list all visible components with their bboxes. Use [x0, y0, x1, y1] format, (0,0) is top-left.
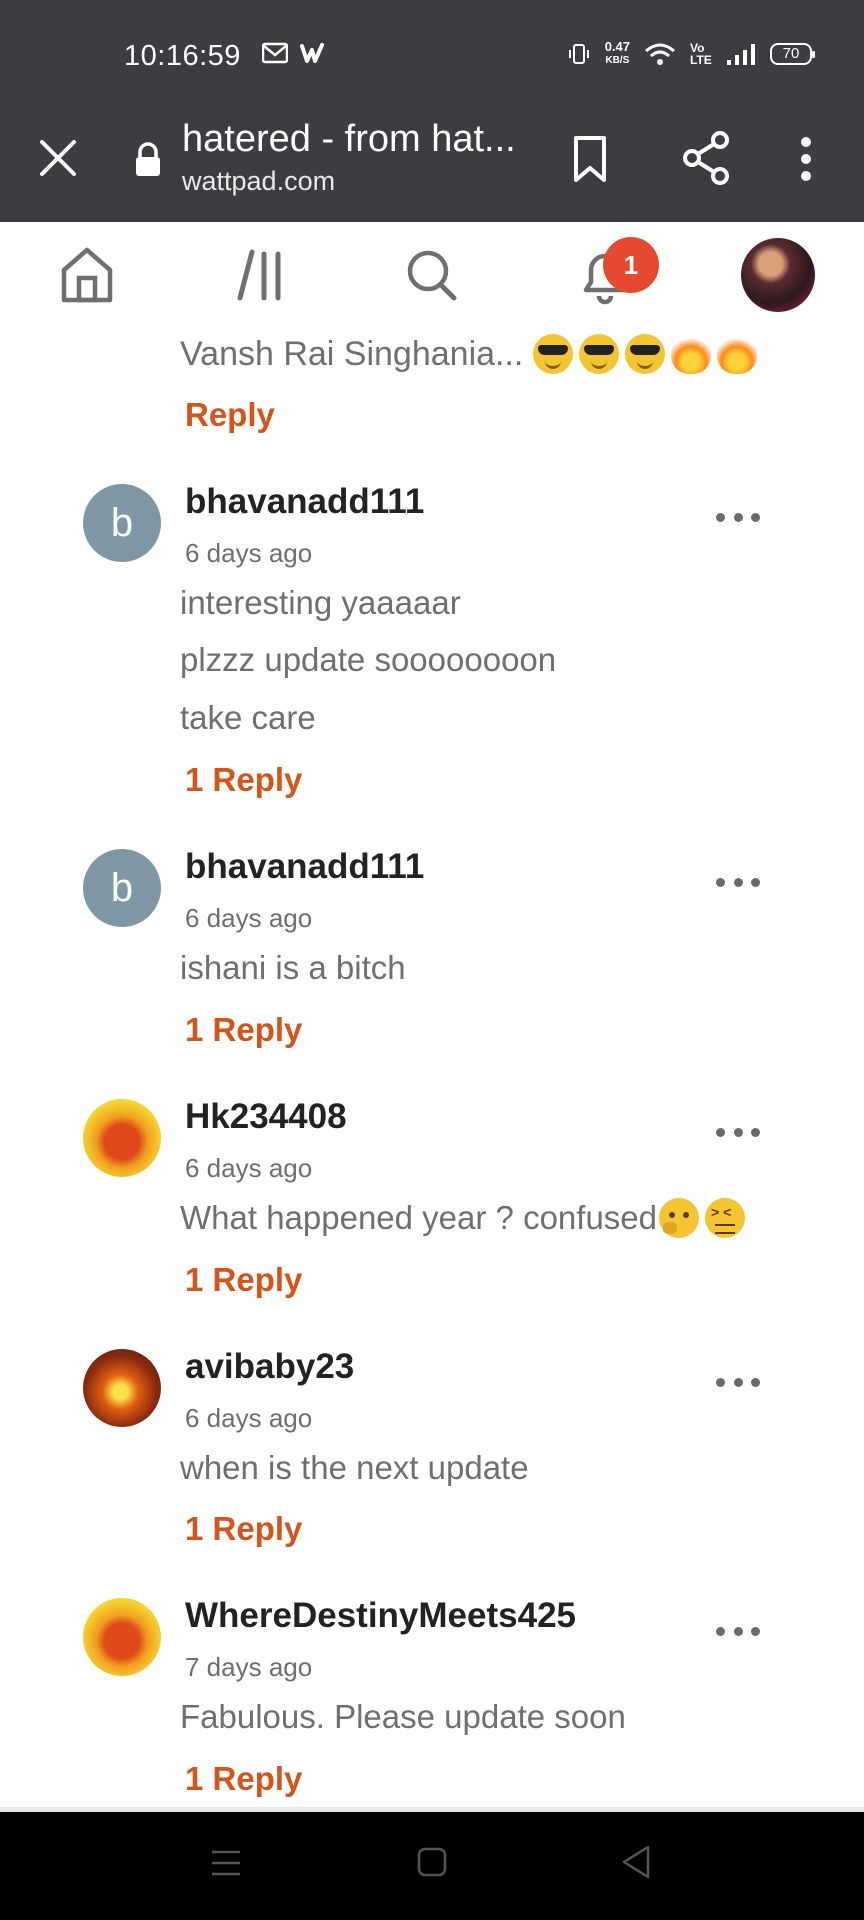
comment-text: What happened year ? confused: [180, 1199, 658, 1236]
comment-timestamp: 6 days ago: [185, 903, 313, 933]
avatar[interactable]: [83, 1598, 161, 1676]
status-time: 10:16:59: [124, 40, 241, 72]
page-url[interactable]: wattpad.com: [182, 166, 335, 197]
fire-emoji-icon: [717, 334, 758, 374]
partial-comment-text: Vansh Rai Singhania...: [180, 334, 758, 374]
comment-text-line: ishani is a bitch: [180, 949, 406, 986]
avatar[interactable]: [83, 1099, 161, 1177]
reply-button[interactable]: Reply: [185, 396, 275, 434]
fire-emoji-icon: [671, 334, 712, 374]
close-icon[interactable]: [34, 134, 82, 182]
app-nav-bar: [0, 222, 864, 330]
avatar[interactable]: b: [83, 484, 161, 562]
library-icon[interactable]: [236, 246, 286, 304]
battery-icon: 70: [770, 43, 815, 65]
back-icon[interactable]: [620, 1844, 652, 1880]
status-right-icons: 0.47 KB/S Vo LTE 70: [567, 40, 815, 68]
browser-toolbar: hatered - from hat... wattpad.com: [0, 104, 864, 222]
comment-text-line: Fabulous. Please update soon: [180, 1698, 626, 1735]
volte-icon: Vo LTE: [690, 41, 712, 67]
notification-badge: 1: [603, 237, 659, 293]
share-icon[interactable]: [680, 130, 732, 186]
lock-icon: [136, 142, 160, 176]
thinking-emoji-icon: [659, 1198, 700, 1238]
overflow-menu-icon[interactable]: [796, 134, 816, 184]
comment-text-line: What happened year ? confused: [180, 1198, 746, 1238]
comment-username[interactable]: Hk234408: [185, 1097, 347, 1137]
wifi-icon: [645, 43, 675, 65]
replies-button[interactable]: 1 Reply: [185, 761, 302, 799]
gmail-icon: [262, 42, 288, 64]
comment-username[interactable]: avibaby23: [185, 1347, 354, 1387]
comment-timestamp: 6 days ago: [185, 1403, 313, 1433]
comment-text-line: interesting yaaaaar: [180, 584, 461, 621]
signal-icon: [727, 44, 755, 65]
wattpad-icon: [300, 43, 324, 63]
replies-button[interactable]: 1 Reply: [185, 1760, 302, 1798]
status-bar: 10:16:59 0.47 KB/S Vo LTE 70: [0, 0, 864, 104]
net-speed-unit: KB/S: [605, 55, 630, 66]
sunglasses-emoji-icon: [579, 334, 620, 374]
sunglasses-emoji-icon: [533, 334, 574, 374]
avatar[interactable]: b: [83, 849, 161, 927]
partial-comment-body: Vansh Rai Singhania...: [180, 334, 524, 373]
home-nav-icon[interactable]: [416, 1846, 448, 1878]
profile-avatar[interactable]: [741, 238, 815, 312]
comment-more-button[interactable]: [716, 1122, 760, 1142]
network-speed: 0.47 KB/S: [605, 40, 630, 68]
page-title[interactable]: hatered - from hat...: [182, 118, 522, 161]
comment-text-line: take care: [180, 699, 316, 736]
comment-more-button[interactable]: [716, 1372, 760, 1392]
comment-timestamp: 6 days ago: [185, 538, 313, 568]
comment-username[interactable]: bhavanadd111: [185, 847, 424, 887]
comment-text-line: plzzz update soooooooon: [180, 641, 557, 678]
confounded-emoji-icon: [705, 1198, 746, 1238]
recent-apps-icon[interactable]: [210, 1848, 242, 1878]
replies-button[interactable]: 1 Reply: [185, 1261, 302, 1299]
replies-button[interactable]: 1 Reply: [185, 1510, 302, 1548]
search-icon[interactable]: [404, 246, 460, 304]
comment-timestamp: 6 days ago: [185, 1153, 313, 1183]
comment-more-button[interactable]: [716, 1621, 760, 1641]
sunglasses-emoji-icon: [625, 334, 666, 374]
vibrate-icon: [568, 44, 589, 64]
comment-more-button[interactable]: [716, 507, 760, 527]
comment-more-button[interactable]: [716, 872, 760, 892]
comment-text-line: when is the next update: [180, 1449, 529, 1486]
comment-username[interactable]: WhereDestinyMeets425: [185, 1596, 576, 1636]
home-icon[interactable]: [60, 246, 114, 304]
replies-button[interactable]: 1 Reply: [185, 1011, 302, 1049]
bookmark-icon[interactable]: [568, 134, 612, 184]
system-navigation-bar: [0, 1812, 864, 1920]
comment-username[interactable]: bhavanadd111: [185, 482, 424, 522]
comment-timestamp: 7 days ago: [185, 1652, 313, 1682]
net-speed-value: 0.47: [604, 39, 630, 54]
status-notification-icons: [262, 42, 328, 64]
avatar[interactable]: [83, 1349, 161, 1427]
